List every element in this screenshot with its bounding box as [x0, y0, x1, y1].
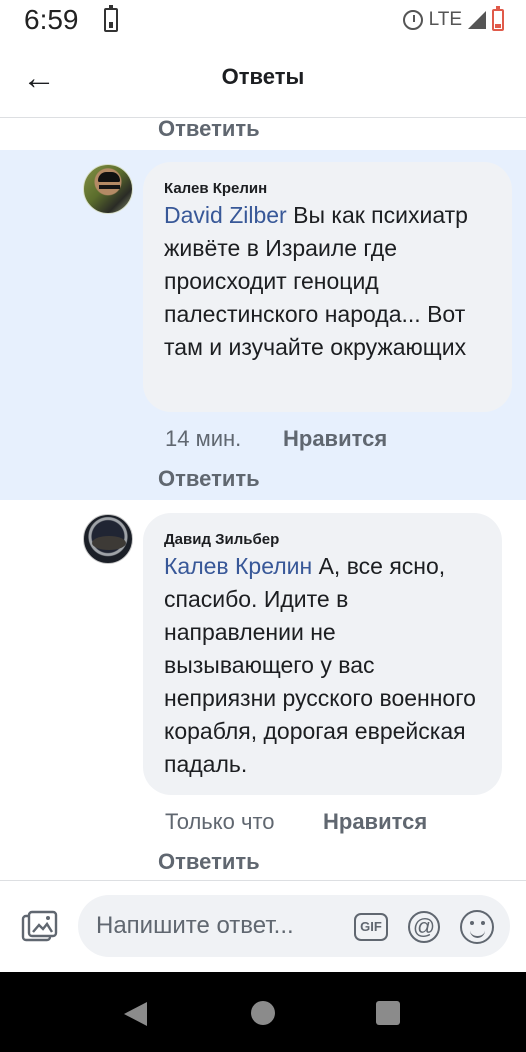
comment-author[interactable]: Калев Крелин: [164, 180, 494, 197]
avatar[interactable]: [83, 164, 133, 214]
mention-link[interactable]: David Zilber: [164, 202, 287, 228]
smile-icon[interactable]: [460, 910, 494, 944]
battery-saver-icon: [104, 5, 118, 32]
status-icons: LTE: [402, 6, 504, 34]
reply-button[interactable]: Ответить: [158, 466, 260, 492]
page-title: Ответы: [221, 64, 305, 89]
like-button[interactable]: Нравится: [283, 426, 387, 452]
at-icon[interactable]: @: [408, 911, 440, 943]
comment-author[interactable]: Давид Зильбер: [164, 531, 484, 548]
back-icon[interactable]: [124, 1002, 147, 1026]
comment-body: А, все ясно, спасибо. Идите в направлени…: [164, 553, 476, 777]
recents-icon[interactable]: [376, 1001, 400, 1025]
status-bar: 6:59 LTE: [0, 0, 526, 44]
like-button[interactable]: Нравится: [323, 809, 427, 835]
gif-icon[interactable]: GIF: [354, 913, 388, 941]
photo-icon[interactable]: [20, 910, 58, 944]
alarm-icon: [402, 10, 423, 30]
network-label: LTE: [428, 9, 462, 30]
avatar[interactable]: [83, 514, 133, 564]
top-reply-button[interactable]: Ответить: [158, 116, 260, 142]
reply-input[interactable]: Напишите ответ... GIF @: [78, 895, 510, 957]
signal-icon: [468, 11, 486, 29]
comment-bubble[interactable]: Давид Зильбер Калев Крелин А, все ясно, …: [143, 513, 502, 795]
comment-time: Только что: [165, 809, 275, 834]
reply-composer: Напишите ответ... GIF @: [0, 881, 526, 972]
home-icon[interactable]: [251, 1001, 275, 1025]
status-time: 6:59: [24, 4, 79, 35]
replies-header: ← Ответы: [0, 44, 526, 118]
comment-text: David Zilber Вы как психиатр живёте в Из…: [164, 199, 494, 364]
mention-link[interactable]: Калев Крелин: [164, 553, 312, 579]
comment-bubble[interactable]: Калев Крелин David Zilber Вы как психиат…: [143, 162, 512, 412]
battery-icon: [492, 6, 504, 31]
android-navigation-bar: [0, 972, 526, 1052]
reply-input-placeholder: Напишите ответ...: [96, 912, 294, 939]
comment-text: Калев Крелин А, все ясно, спасибо. Идите…: [164, 550, 484, 781]
reply-button[interactable]: Ответить: [158, 849, 260, 875]
comment-time: 14 мин.: [165, 426, 242, 451]
